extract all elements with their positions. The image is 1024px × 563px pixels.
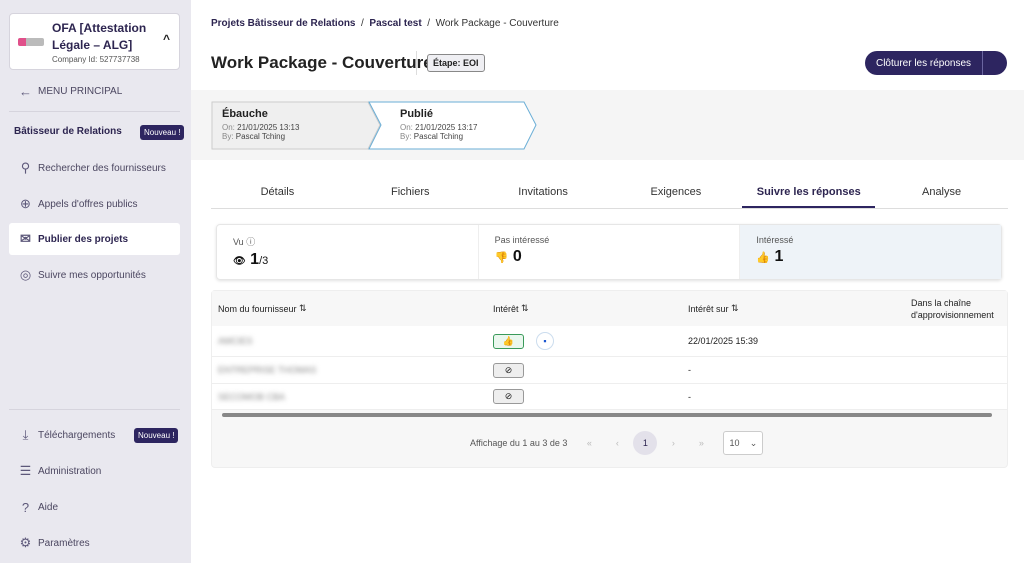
eye-off-icon: ⊘ — [493, 389, 524, 404]
divider — [9, 409, 180, 410]
status-stepper: Ébauche On: 21/01/2025 13:13 By: Pascal Tc… — [191, 90, 1024, 160]
new-badge: Nouveau ! — [134, 427, 179, 443]
divider — [416, 51, 417, 75]
tab-details[interactable]: Détails — [211, 176, 344, 208]
table-header: Nom du fournisseur ⇅ Intérêt ⇅ Intérêt s… — [212, 291, 1007, 326]
company-name: OFA [Attestation Légale – ALG] — [52, 21, 147, 52]
table-row: ENTREPRISE THOMAS ⊘ - — [212, 357, 1007, 384]
tab-files[interactable]: Fichiers — [344, 176, 477, 208]
sidebar-item-administration[interactable]: ☰ Administration — [9, 455, 180, 487]
label: Téléchargements — [38, 429, 116, 441]
thumbs-up-icon: 👍 — [493, 333, 524, 349]
stat-not-interested: Pas intéressé 👎 0 — [479, 225, 741, 279]
main: Projets Bâtisseur de Relations / Pascal … — [191, 0, 1024, 563]
step-published: Publié On: 21/01/2025 13:17 By: Pascal Tch… — [400, 108, 478, 141]
tabs: Détails Fichiers Invitations Exigences S… — [211, 176, 1008, 209]
label: Publier des projets — [38, 233, 129, 245]
table-row: AMCIES 👍 ▪ 22/01/2025 15:39 — [212, 326, 1007, 357]
back-label: MENU PRINCIPAL — [38, 85, 123, 97]
zoom-icon: ⊕ — [20, 196, 31, 211]
supplier-name: ENTREPRISE THOMAS — [218, 365, 317, 375]
first-page-button[interactable]: « — [577, 431, 601, 455]
user-search-icon: ⚲ — [20, 160, 31, 175]
users-icon: ☰ — [19, 463, 32, 478]
close-label: Clôturer les réponses — [875, 57, 972, 69]
mail-plus-icon: ✉ — [20, 231, 31, 246]
label: Rechercher des fournisseurs — [38, 162, 166, 174]
tab-track-responses[interactable]: Suivre les réponses — [742, 176, 876, 208]
chevron-down-icon: ⌄ — [749, 437, 758, 448]
download-icon: ⤓ — [22, 427, 29, 442]
sidebar-item-downloads[interactable]: ⤓ Téléchargements Nouveau ! — [9, 419, 180, 451]
tab-requirements[interactable]: Exigences — [609, 176, 742, 208]
next-page-button[interactable]: › — [661, 431, 685, 455]
close-responses-button[interactable]: Clôturer les réponses — [865, 51, 1007, 75]
header-interest[interactable]: Intérêt ⇅ — [493, 291, 529, 326]
interest-date: - — [688, 365, 691, 375]
tab-analysis[interactable]: Analyse — [875, 176, 1008, 208]
page-button[interactable]: 1 — [633, 431, 658, 455]
interest-date: 22/01/2025 15:39 — [688, 336, 759, 346]
divider — [9, 111, 180, 112]
label: Appels d'offres publics — [38, 198, 138, 210]
back-main-menu[interactable]: ← MENU PRINCIPAL — [9, 75, 180, 107]
sidebar-item-search-suppliers[interactable]: ⚲ Rechercher des fournisseurs — [9, 152, 180, 184]
supplier-name: SECOMOB CBA — [218, 391, 286, 402]
eye-off-icon: ⊘ — [493, 362, 524, 378]
stage-badge: Étape: EOI — [427, 54, 485, 72]
stat-seen: Vu ⓘ 👁 1/3 — [217, 225, 479, 279]
dropdown-toggle[interactable] — [982, 51, 1007, 75]
crumb-current: Work Package - Couverture — [435, 18, 559, 29]
target-icon: ◎ — [19, 267, 32, 282]
page-title: Work Package - Couverture — [211, 53, 433, 72]
label: Suivre mes opportunités — [38, 269, 146, 281]
horizontal-scrollbar[interactable] — [222, 413, 992, 417]
info-icon[interactable]: ⓘ — [246, 237, 255, 247]
stats-card: Vu ⓘ 👁 1/3 Pas intéressé 👎 0 Intéressé 👍 1 — [216, 224, 1002, 280]
stat-interested: Intéressé 👍 1 — [740, 225, 1002, 279]
thumbs-down-icon: 👎 — [494, 252, 509, 264]
step-draft: Ébauche On: 21/01/2025 13:13 By: Pascal Tc… — [222, 108, 300, 141]
pagination: Affichage du 1 au 3 de 3 « ‹ 1 › » 10 ⌄ — [470, 431, 764, 455]
label: Administration — [38, 465, 102, 477]
header-supplier[interactable]: Nom du fournisseur ⇅ — [218, 291, 307, 326]
gear-icon: ⚙ — [19, 535, 32, 550]
arrow-left-icon: ← — [19, 83, 32, 99]
prev-page-button[interactable]: ‹ — [605, 431, 629, 455]
message-icon[interactable]: ▪ — [536, 332, 554, 350]
company-logo — [18, 38, 44, 46]
section-title: Bâtisseur de Relations — [14, 126, 122, 137]
sidebar: OFA [Attestation Légale – ALG] Company I… — [0, 0, 191, 563]
supplier-name: AMCIES — [218, 336, 253, 346]
header-interest-date[interactable]: Intérêt sur ⇅ — [688, 291, 739, 326]
tab-invitations[interactable]: Invitations — [477, 176, 610, 208]
eye-icon: 👁 — [233, 256, 246, 267]
label: Aide — [38, 501, 59, 513]
crumb-link[interactable]: Pascal test — [369, 18, 421, 29]
new-badge: Nouveau ! — [140, 125, 185, 140]
crumb-link[interactable]: Projets Bâtisseur de Relations — [211, 18, 356, 29]
help-icon: ? — [21, 499, 30, 515]
sidebar-item-opportunities[interactable]: ◎ Suivre mes opportunités — [9, 259, 180, 291]
header-supply-chain[interactable]: Dans la chaîne d'approvisionnement — [911, 291, 1001, 326]
table-row: SECOMOB CBA ⊘ - — [212, 384, 1007, 410]
label: Paramètres — [38, 537, 90, 549]
suppliers-table: Nom du fournisseur ⇅ Intérêt ⇅ Intérêt s… — [211, 290, 1008, 468]
chevron-up-icon[interactable]: ^ — [163, 32, 170, 46]
last-page-button[interactable]: » — [689, 431, 713, 455]
company-id: Company Id: 527737738 — [52, 55, 140, 64]
sidebar-item-settings[interactable]: ⚙ Paramètres — [9, 527, 180, 559]
page-size-select[interactable]: 10 ⌄ — [723, 431, 764, 455]
company-selector[interactable]: OFA [Attestation Légale – ALG] Company I… — [9, 13, 180, 70]
sidebar-item-help[interactable]: ? Aide — [9, 491, 180, 523]
sidebar-item-public-tenders[interactable]: ⊕ Appels d'offres publics — [9, 188, 180, 220]
thumbs-up-icon: 👍 — [756, 252, 771, 264]
breadcrumb: Projets Bâtisseur de Relations / Pascal … — [211, 18, 559, 29]
pagination-summary: Affichage du 1 au 3 de 3 — [470, 438, 568, 448]
interest-date: - — [688, 391, 691, 402]
sidebar-item-publish-projects[interactable]: ✉ Publier des projets — [9, 223, 180, 255]
